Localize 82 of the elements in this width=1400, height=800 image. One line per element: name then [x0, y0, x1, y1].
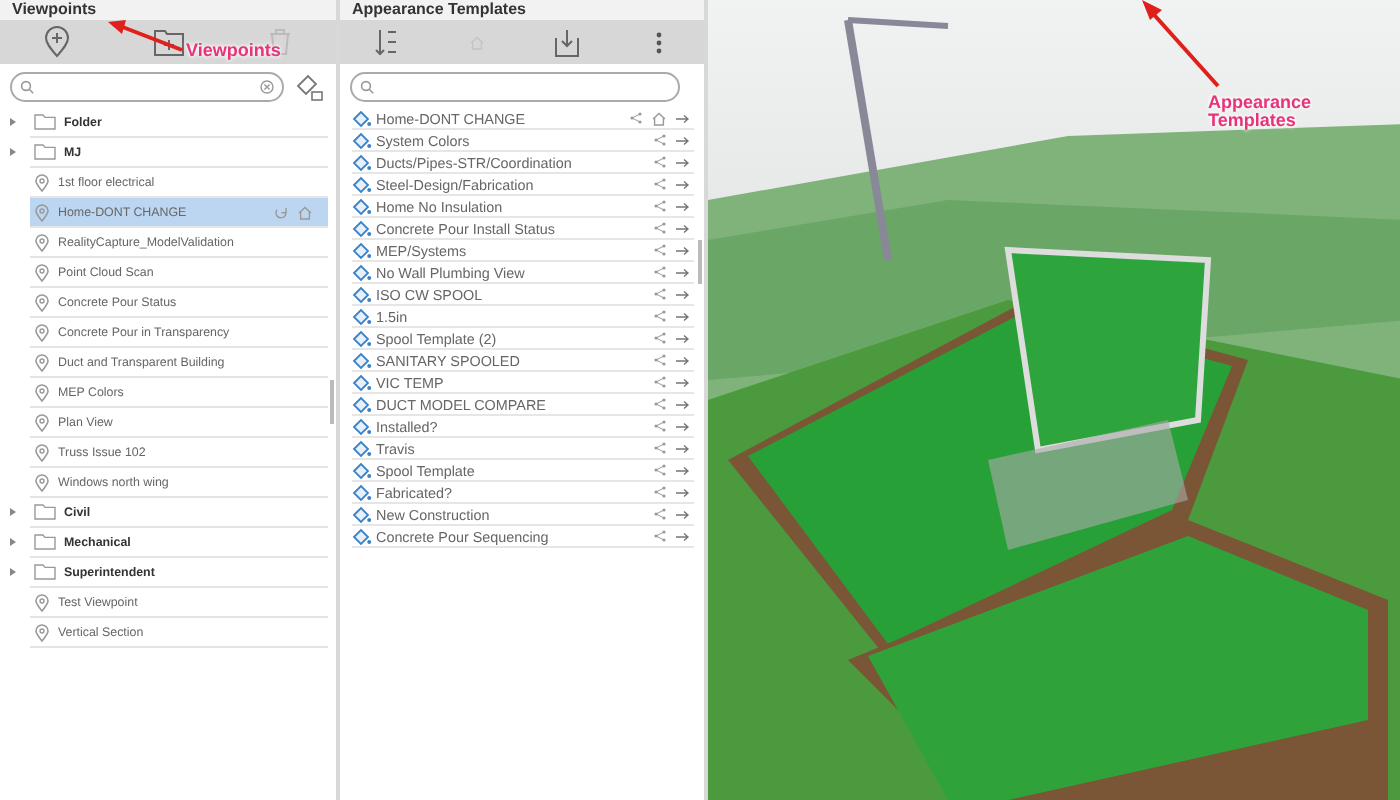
- arrow-right-icon[interactable]: [676, 157, 690, 167]
- share-icon[interactable]: [654, 442, 666, 454]
- share-icon[interactable]: [654, 508, 666, 520]
- arrow-right-icon[interactable]: [676, 135, 690, 145]
- expand-caret-icon[interactable]: [10, 538, 16, 546]
- sort-icon: [373, 28, 398, 56]
- arrow-right-icon[interactable]: [676, 531, 690, 541]
- expand-caret-icon[interactable]: [10, 508, 16, 516]
- map-pin-icon: [34, 173, 50, 191]
- callout-label: Appearance Templates: [1208, 94, 1314, 130]
- panel-title: Appearance Templates: [340, 0, 704, 20]
- folder-icon: [34, 564, 56, 580]
- arrow-right-icon[interactable]: [676, 509, 690, 519]
- arrow-right-icon[interactable]: [676, 289, 690, 299]
- map-pin-icon: [34, 233, 50, 251]
- arrow-right-icon[interactable]: [676, 443, 690, 453]
- search-field[interactable]: [350, 72, 680, 102]
- map-pin-icon: [34, 443, 50, 461]
- arrow-right-icon[interactable]: [676, 377, 690, 387]
- map-pin-icon: [34, 263, 50, 281]
- arrow-right-icon[interactable]: [676, 399, 690, 409]
- search-field[interactable]: [10, 72, 284, 102]
- pointer-arrow: [108, 20, 184, 52]
- share-icon[interactable]: [654, 310, 666, 322]
- share-icon[interactable]: [654, 332, 666, 344]
- share-icon[interactable]: [630, 112, 642, 124]
- share-icon[interactable]: [654, 222, 666, 234]
- folder-icon: [34, 534, 56, 550]
- share-icon[interactable]: [654, 530, 666, 542]
- panel-title: Viewpoints: [0, 0, 336, 20]
- share-icon[interactable]: [654, 178, 666, 190]
- folder-icon: [34, 144, 56, 160]
- folder-icon: [34, 114, 56, 130]
- arrow-right-icon[interactable]: [676, 465, 690, 475]
- more-vertical-icon: [655, 31, 662, 53]
- folder-plus-icon: [153, 29, 183, 55]
- share-icon[interactable]: [654, 244, 666, 256]
- share-icon[interactable]: [654, 354, 666, 366]
- search-icon: [20, 80, 34, 94]
- folder-icon: [34, 504, 56, 520]
- share-icon[interactable]: [654, 266, 666, 278]
- download-tray-icon: [554, 27, 581, 57]
- share-icon[interactable]: [654, 464, 666, 476]
- arrow-right-icon[interactable]: [676, 311, 690, 321]
- add-folder-button[interactable]: [150, 24, 186, 60]
- share-icon[interactable]: [654, 398, 666, 410]
- map-pin-icon: [34, 413, 50, 431]
- search-icon: [360, 80, 374, 94]
- arrow-right-icon[interactable]: [676, 223, 690, 233]
- arrow-right-icon[interactable]: [676, 113, 690, 123]
- arrow-right-icon[interactable]: [676, 487, 690, 497]
- share-icon[interactable]: [654, 288, 666, 300]
- map-pin-icon: [34, 473, 50, 491]
- map-pin-icon: [34, 383, 50, 401]
- callout-label: Viewpoints: [186, 42, 281, 60]
- arrow-right-icon[interactable]: [676, 201, 690, 211]
- arrow-right-icon[interactable]: [676, 421, 690, 431]
- map-pin-icon: [34, 293, 50, 311]
- expand-caret-icon[interactable]: [10, 148, 16, 156]
- map-pin-icon: [34, 353, 50, 371]
- map-pin-icon: [34, 323, 50, 341]
- home-icon[interactable]: [298, 205, 312, 219]
- arrow-right-icon[interactable]: [676, 179, 690, 189]
- map-pin-icon: [34, 623, 50, 641]
- home-icon[interactable]: [652, 111, 666, 125]
- share-icon[interactable]: [654, 200, 666, 212]
- arrow-right-icon[interactable]: [676, 333, 690, 343]
- share-icon[interactable]: [654, 486, 666, 498]
- map-pin-icon: [34, 203, 50, 221]
- arrow-right-icon[interactable]: [676, 245, 690, 255]
- share-icon[interactable]: [654, 376, 666, 388]
- map-pin-plus-icon: [43, 26, 69, 58]
- construction-site-3d-drawing[interactable]: [708, 0, 1400, 800]
- share-icon[interactable]: [654, 420, 666, 432]
- arrow-right-icon[interactable]: [676, 355, 690, 365]
- expand-caret-icon[interactable]: [10, 118, 16, 126]
- clear-icon[interactable]: [260, 80, 274, 94]
- expand-caret-icon[interactable]: [10, 568, 16, 576]
- arrow-right-icon[interactable]: [676, 267, 690, 277]
- share-icon[interactable]: [654, 134, 666, 146]
- map-pin-icon: [34, 593, 50, 611]
- share-icon[interactable]: [654, 156, 666, 168]
